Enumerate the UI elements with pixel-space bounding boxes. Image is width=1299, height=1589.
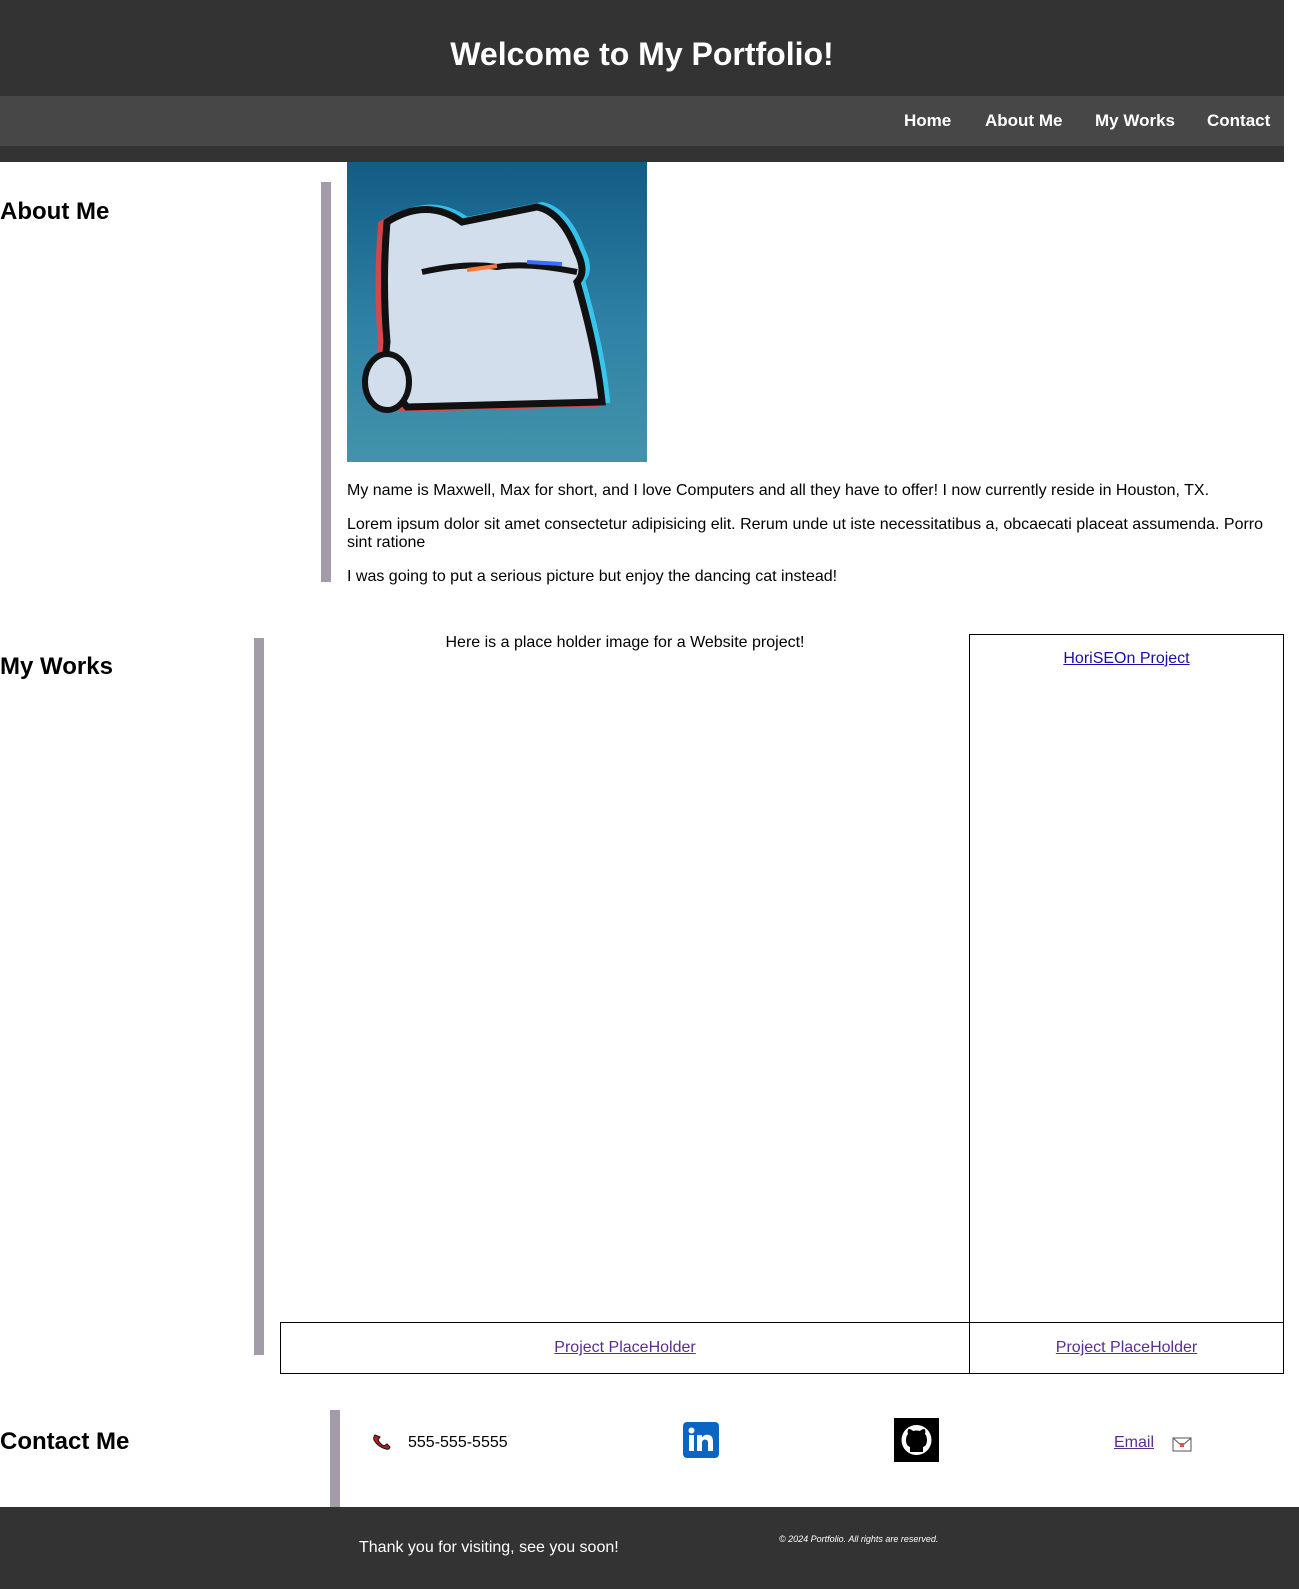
contact-heading: Contact Me: [0, 1428, 130, 1455]
github-icon[interactable]: [894, 1418, 939, 1462]
project-placeholder-card[interactable]: Project PlaceHolder: [969, 1322, 1284, 1374]
linkedin-icon[interactable]: [683, 1422, 719, 1458]
phone-icon: [372, 1433, 392, 1456]
contact-side-bar: [330, 1410, 340, 1507]
nav-bar: Home About Me My Works Contact: [0, 96, 1284, 146]
dancing-cat-image: [347, 162, 647, 462]
works-heading: My Works: [0, 653, 113, 680]
nav-home-link[interactable]: Home: [904, 111, 951, 131]
nav-works-link[interactable]: My Works: [1095, 111, 1175, 131]
project-placeholder-card[interactable]: Project PlaceHolder: [280, 1322, 970, 1374]
about-paragraph: I was going to put a serious picture but…: [347, 568, 838, 585]
nav-contact-link[interactable]: Contact: [1207, 111, 1270, 131]
site-header: Welcome to My Portfolio! Home About Me M…: [0, 0, 1284, 162]
about-heading: About Me: [0, 198, 110, 225]
featured-project-card[interactable]: HoriSEOn Project: [969, 634, 1284, 1323]
project-placeholder-link[interactable]: Project PlaceHolder: [281, 1339, 969, 1357]
about-paragraph: Lorem ipsum dolor sit amet consectetur a…: [347, 516, 1264, 551]
about-paragraph: My name is Maxwell, Max for short, and I…: [347, 482, 1210, 499]
works-caption: Here is a place holder image for a Websi…: [445, 634, 805, 651]
email-link[interactable]: Email: [1114, 1434, 1154, 1452]
phone-number: 555-555-5555: [408, 1434, 508, 1451]
project-placeholder-link[interactable]: Project PlaceHolder: [970, 1339, 1283, 1357]
horiseon-project-link[interactable]: HoriSEOn Project: [970, 650, 1283, 668]
envelope-icon[interactable]: [1172, 1437, 1192, 1457]
site-footer: Thank you for visiting, see you soon! © …: [0, 1507, 1299, 1589]
footer-copyright: © 2024 Portfolio. All rights are reserve…: [779, 1534, 939, 1544]
site-title: Welcome to My Portfolio!: [450, 36, 834, 72]
footer-thanks: Thank you for visiting, see you soon!: [359, 1539, 619, 1556]
about-side-bar: [321, 182, 331, 582]
nav-about-link[interactable]: About Me: [985, 111, 1062, 131]
works-side-bar: [254, 638, 264, 1355]
